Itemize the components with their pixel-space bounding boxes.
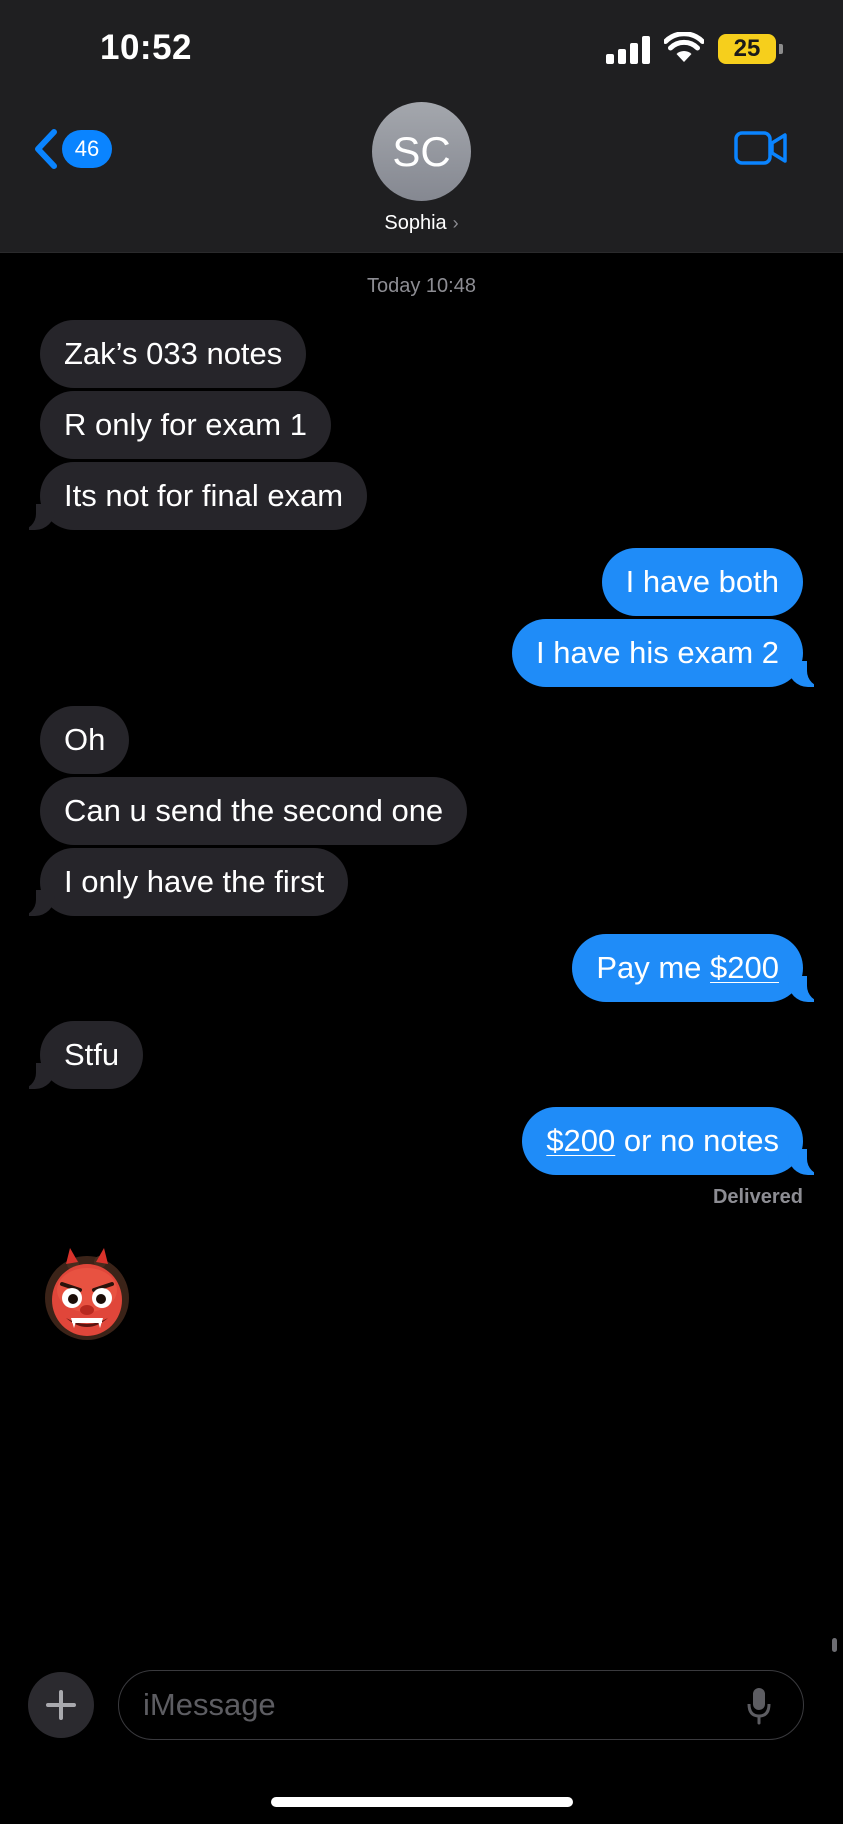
conversation-header: 10:52 25 46 SC Sophia › bbox=[0, 0, 843, 253]
ogre-emoji-icon[interactable] bbox=[40, 1244, 134, 1342]
microphone-icon[interactable] bbox=[746, 1686, 772, 1726]
battery-indicator: 25 bbox=[718, 34, 776, 64]
back-chevron-icon[interactable] bbox=[32, 128, 60, 170]
status-time: 10:52 bbox=[100, 28, 193, 67]
message-received[interactable]: Its not for final exam bbox=[40, 462, 368, 530]
message-received[interactable]: I only have the first bbox=[40, 848, 349, 916]
message-received[interactable]: Can u send the second one bbox=[40, 777, 468, 845]
message-received[interactable]: Stfu bbox=[40, 1021, 144, 1089]
money-link[interactable]: $200 bbox=[546, 1123, 615, 1158]
message-sent[interactable]: Pay me $200 bbox=[572, 934, 803, 1002]
message-text: Pay me bbox=[596, 950, 711, 985]
thread-timestamp: Today 10:48 bbox=[367, 275, 476, 297]
signal-icon bbox=[606, 36, 650, 64]
back-unread-badge[interactable]: 46 bbox=[62, 130, 112, 168]
plus-button[interactable] bbox=[28, 1672, 94, 1738]
home-indicator[interactable] bbox=[271, 1797, 573, 1807]
contact-name-button[interactable]: Sophia › bbox=[0, 212, 843, 235]
chevron-right-icon: › bbox=[452, 213, 459, 233]
plus-icon bbox=[46, 1690, 76, 1720]
message-received[interactable]: Oh bbox=[40, 706, 130, 774]
video-camera-icon[interactable] bbox=[734, 128, 788, 168]
wifi-icon bbox=[664, 32, 704, 62]
delivered-status: Delivered bbox=[712, 1186, 803, 1208]
message-received[interactable]: R only for exam 1 bbox=[40, 391, 331, 459]
message-sent[interactable]: I have his exam 2 bbox=[512, 619, 803, 687]
message-sent[interactable]: $200 or no notes bbox=[522, 1107, 803, 1175]
contact-avatar[interactable]: SC bbox=[372, 102, 471, 201]
imessage-input[interactable]: iMessage bbox=[118, 1670, 804, 1740]
message-text: or no notes bbox=[615, 1123, 779, 1158]
scroll-indicator[interactable] bbox=[832, 1638, 837, 1652]
message-received[interactable]: Zak’s 033 notes bbox=[40, 320, 307, 388]
message-sent[interactable]: I have both bbox=[601, 548, 803, 616]
messages-screen: 10:52 25 46 SC Sophia› Today 10:48 Zak’ bbox=[0, 0, 843, 1824]
contact-name: Sophia bbox=[384, 212, 447, 234]
battery-cap bbox=[779, 44, 783, 54]
money-link[interactable]: $200 bbox=[710, 950, 779, 985]
